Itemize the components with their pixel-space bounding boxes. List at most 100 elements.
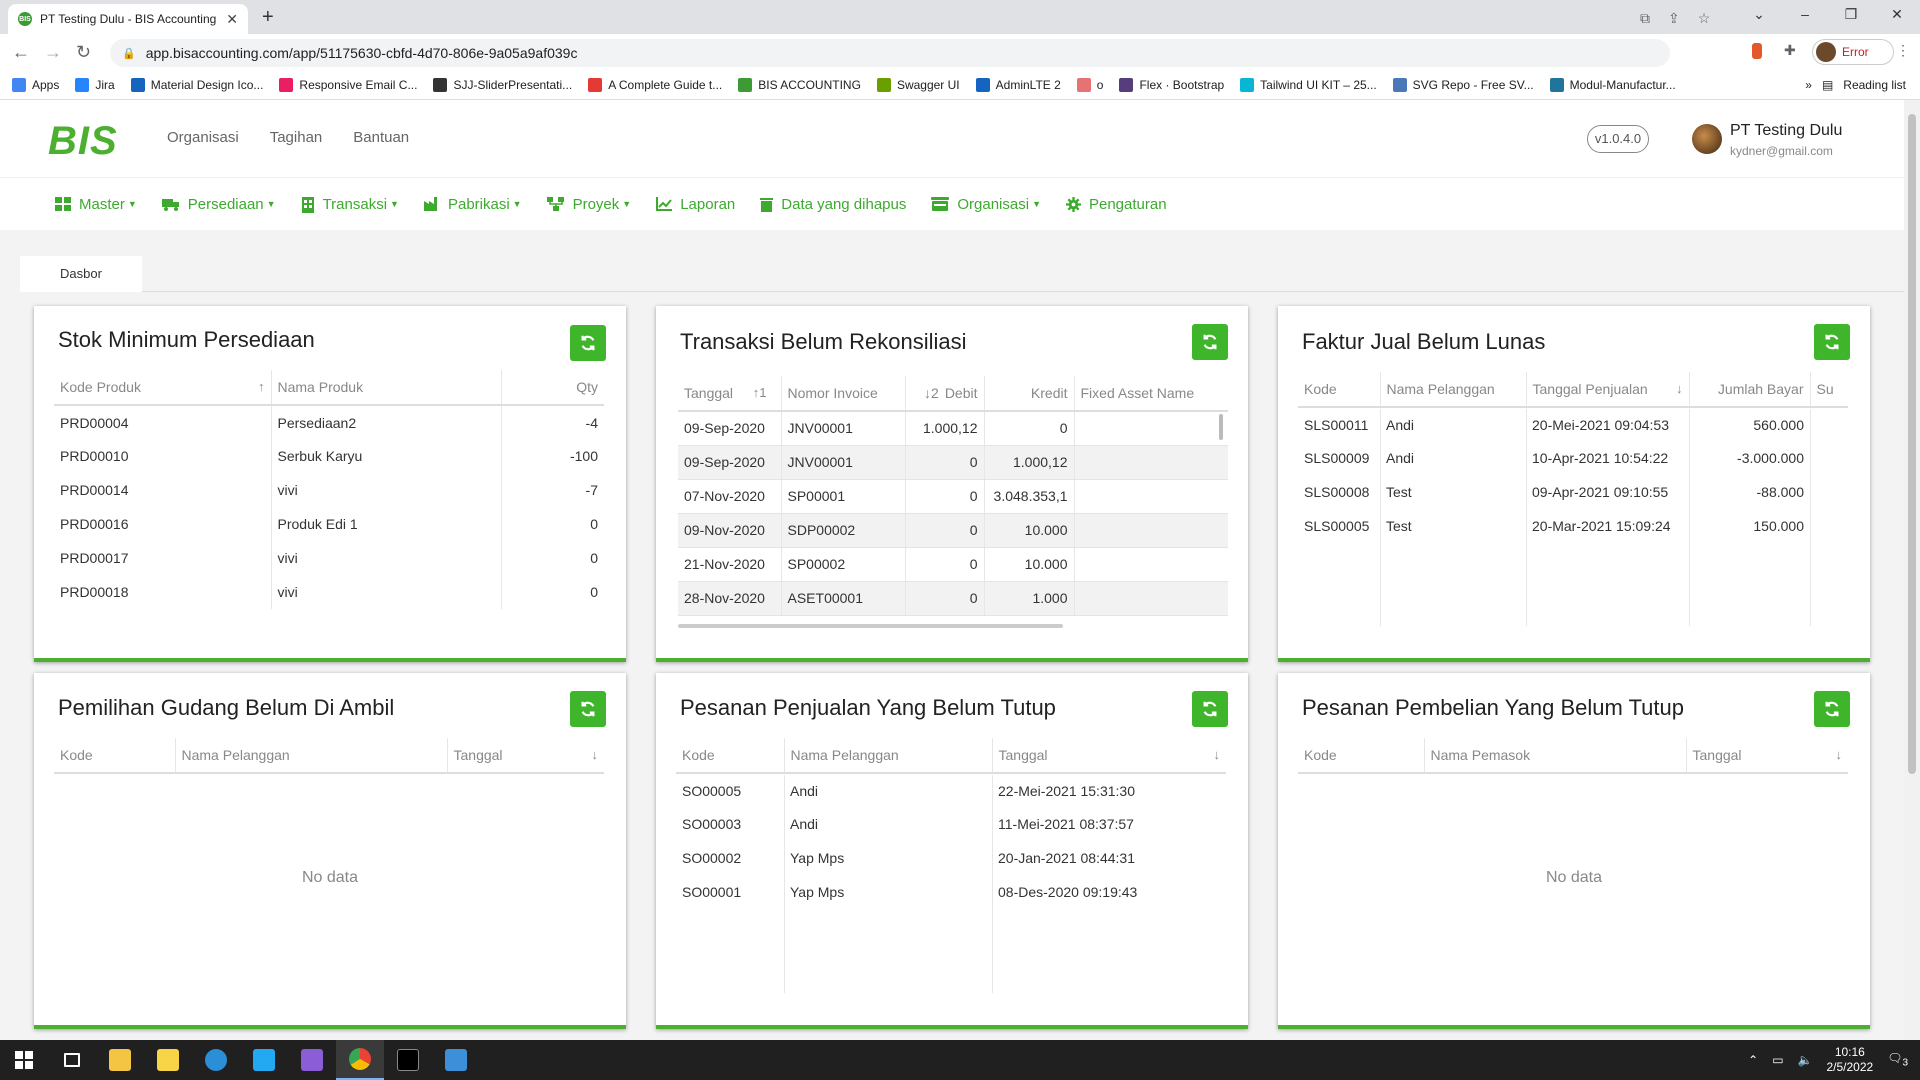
- refresh-button[interactable]: [570, 691, 606, 727]
- sticky-notes-button[interactable]: [144, 1040, 192, 1080]
- menu-persediaan[interactable]: Persediaan ▼: [161, 196, 276, 213]
- table-row[interactable]: PRD00016 Produk Edi 1 0: [54, 507, 604, 541]
- col-kredit[interactable]: Kredit: [984, 376, 1075, 412]
- col-nomor-invoice[interactable]: Nomor Invoice: [781, 376, 906, 412]
- menu-transaksi[interactable]: Transaksi ▼: [301, 196, 399, 213]
- bookmark-item[interactable]: Material Design Ico...: [130, 77, 263, 92]
- bookmark-item[interactable]: Modul-Manufactur...: [1549, 77, 1676, 92]
- bookmark-item[interactable]: BIS ACCOUNTING: [738, 77, 861, 92]
- tab-search-icon[interactable]: ⌄: [1736, 0, 1782, 30]
- back-icon[interactable]: ←: [12, 42, 30, 63]
- bookmark-item[interactable]: Responsive Email C...: [279, 77, 417, 92]
- more-bookmarks-button[interactable]: »: [1805, 78, 1812, 92]
- col-tanggal-penjualan[interactable]: Tanggal Penjualan ↓: [1526, 372, 1690, 408]
- menu-master[interactable]: Master ▼: [55, 196, 137, 213]
- terminal-button[interactable]: [384, 1040, 432, 1080]
- extension-icon[interactable]: [1752, 43, 1762, 59]
- vscode-button[interactable]: [240, 1040, 288, 1080]
- col-debit[interactable]: ↓2 Debit: [905, 376, 985, 412]
- table-row[interactable]: SO00001 Yap Mps 08-Des-2020 09:19:43: [676, 875, 1226, 909]
- notification-icon[interactable]: 🗨3: [1887, 1051, 1908, 1068]
- table-row[interactable]: SO00003 Andi 11-Mei-2021 08:37:57: [676, 807, 1226, 841]
- user-name[interactable]: PT Testing Dulu: [1730, 122, 1842, 140]
- table-row[interactable]: 09-Sep-2020 JNV00001 1.000,12 0: [678, 411, 1228, 446]
- app-button[interactable]: [192, 1040, 240, 1080]
- bookmark-item[interactable]: Apps: [12, 77, 59, 92]
- reload-icon[interactable]: ↻: [76, 42, 91, 63]
- minimize-icon[interactable]: –: [1782, 0, 1828, 30]
- user-avatar[interactable]: [1692, 124, 1722, 154]
- browser-menu-icon[interactable]: ⋮: [1896, 42, 1910, 59]
- address-bar[interactable]: 🔒 app.bisaccounting.com/app/51175630-cbf…: [110, 39, 1670, 67]
- menu-data-yang-dihapus[interactable]: Data yang dihapus: [760, 196, 906, 213]
- col-kode[interactable]: Kode: [676, 738, 785, 774]
- reading-list-button[interactable]: Reading list: [1843, 78, 1906, 92]
- table-row[interactable]: SO00002 Yap Mps 20-Jan-2021 08:44:31: [676, 841, 1226, 875]
- table-row[interactable]: 21-Nov-2020 SP00002 0 10.000: [678, 547, 1228, 582]
- bookmark-item[interactable]: o: [1076, 77, 1103, 92]
- col-qty[interactable]: Qty: [501, 370, 604, 406]
- menu-proyek[interactable]: Proyek ▼: [546, 196, 631, 213]
- top-nav-bantuan[interactable]: Bantuan: [353, 129, 409, 146]
- bookmark-item[interactable]: Flex · Bootstrap: [1119, 77, 1224, 92]
- tab-dasbor[interactable]: Dasbor: [20, 256, 142, 292]
- network-icon[interactable]: ▭: [1772, 1053, 1783, 1067]
- page-scrollbar[interactable]: [1904, 100, 1920, 1040]
- bookmark-item[interactable]: SVG Repo - Free SV...: [1392, 77, 1534, 92]
- profile-button[interactable]: Error: [1812, 39, 1894, 65]
- col-tanggal[interactable]: Tanggal ↓: [992, 738, 1226, 774]
- menu-pengaturan[interactable]: Pengaturan: [1065, 196, 1167, 213]
- col-tanggal[interactable]: Tanggal ↓: [447, 738, 604, 774]
- table-row[interactable]: 09-Sep-2020 JNV00001 0 1.000,12: [678, 445, 1228, 480]
- col-kode[interactable]: Kode: [1298, 372, 1381, 408]
- extensions-puzzle-icon[interactable]: ✚: [1784, 42, 1796, 59]
- refresh-button[interactable]: [1814, 324, 1850, 360]
- sort-asc-1-icon[interactable]: ↑1: [753, 385, 767, 400]
- sort-desc-icon[interactable]: ↓: [592, 747, 599, 762]
- col-tanggal[interactable]: Tanggal ↓: [1686, 738, 1848, 774]
- col-sisa[interactable]: Su: [1810, 372, 1848, 408]
- new-tab-icon[interactable]: +: [262, 6, 274, 29]
- restore-icon[interactable]: ❐: [1828, 0, 1874, 30]
- menu-laporan[interactable]: Laporan: [656, 196, 735, 213]
- col-nama-pelanggan[interactable]: Nama Pelanggan: [175, 738, 448, 774]
- tray-chevron-icon[interactable]: ⌃: [1748, 1053, 1758, 1067]
- menu-pabrikasi[interactable]: Pabrikasi ▼: [423, 196, 522, 213]
- close-window-icon[interactable]: ✕: [1874, 0, 1920, 30]
- remote-desktop-button[interactable]: [432, 1040, 480, 1080]
- share-icon[interactable]: ⇪: [1668, 10, 1680, 27]
- volume-icon[interactable]: 🔈: [1798, 1053, 1813, 1067]
- bookmark-item[interactable]: Swagger UI: [876, 77, 960, 92]
- chrome-button[interactable]: [336, 1040, 384, 1080]
- browser-tab[interactable]: BIS PT Testing Dulu - BIS Accounting ✕: [8, 4, 248, 34]
- task-view-button[interactable]: [48, 1040, 96, 1080]
- table-row[interactable]: PRD00004 Persediaan2 -4: [54, 405, 604, 439]
- visual-studio-button[interactable]: [288, 1040, 336, 1080]
- sort-desc-2-icon[interactable]: ↓2: [924, 385, 939, 401]
- col-nama-pemasok[interactable]: Nama Pemasok: [1424, 738, 1687, 774]
- table-row[interactable]: PRD00018 vivi 0: [54, 575, 604, 609]
- col-fixed-asset-name[interactable]: Fixed Asset Name: [1074, 376, 1228, 412]
- bookmark-item[interactable]: Jira: [75, 77, 115, 92]
- table-row[interactable]: 28-Nov-2020 ASET00001 0 1.000: [678, 581, 1228, 616]
- bookmark-item[interactable]: AdminLTE 2: [975, 77, 1061, 92]
- bookmark-item[interactable]: A Complete Guide t...: [588, 77, 722, 92]
- scrollbar-thumb[interactable]: [1908, 114, 1916, 774]
- col-nama-pelanggan[interactable]: Nama Pelanggan: [1380, 372, 1527, 408]
- bookmark-item[interactable]: Tailwind UI KIT – 25...: [1240, 77, 1377, 92]
- menu-organisasi[interactable]: Organisasi ▼: [931, 196, 1041, 213]
- forward-icon[interactable]: →: [44, 42, 62, 63]
- star-icon[interactable]: ☆: [1698, 10, 1711, 27]
- refresh-button[interactable]: [1814, 691, 1850, 727]
- table-row[interactable]: PRD00014 vivi -7: [54, 473, 604, 507]
- refresh-button[interactable]: [1192, 691, 1228, 727]
- top-nav-organisasi[interactable]: Organisasi: [167, 129, 239, 146]
- sort-desc-icon[interactable]: ↓: [1214, 747, 1221, 762]
- sort-asc-icon[interactable]: ↑: [258, 379, 265, 394]
- col-kode-produk[interactable]: Kode Produk ↑: [54, 370, 272, 406]
- col-nama-pelanggan[interactable]: Nama Pelanggan: [784, 738, 993, 774]
- bookmark-item[interactable]: SJJ-SliderPresentati...: [433, 77, 572, 92]
- horizontal-scrollbar[interactable]: [678, 624, 1063, 628]
- table-row[interactable]: 09-Nov-2020 SDP00002 0 10.000: [678, 513, 1228, 548]
- col-nama-produk[interactable]: Nama Produk: [271, 370, 502, 406]
